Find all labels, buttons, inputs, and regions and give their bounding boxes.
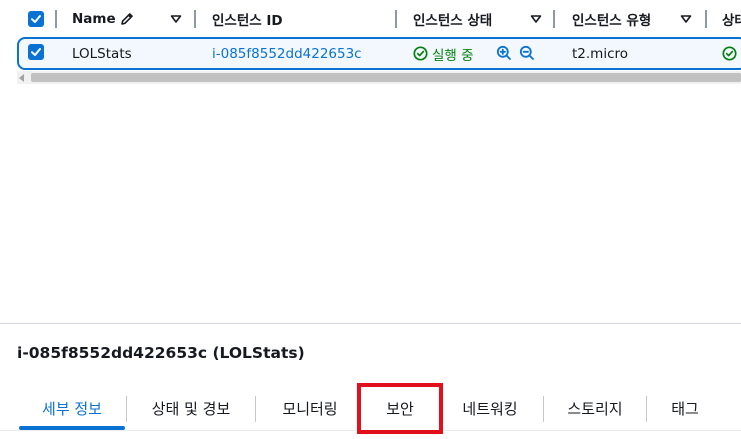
split-panel-divider[interactable] bbox=[0, 323, 741, 324]
column-header-instance-id[interactable]: 인스턴스 ID bbox=[212, 0, 283, 38]
tab-status-alarms[interactable]: 상태 및 경보 bbox=[133, 384, 249, 432]
tab-separator bbox=[646, 396, 647, 422]
active-tab-indicator bbox=[19, 426, 125, 430]
status-success-icon bbox=[722, 46, 737, 61]
details-title: i-085f8552dd422653c (LOLStats) bbox=[17, 344, 305, 362]
column-header-status-check-label: 상태 bbox=[722, 13, 741, 29]
cell-instance-id-link[interactable]: i-085f8552dd422653c bbox=[212, 37, 362, 70]
cell-status-check bbox=[722, 37, 737, 70]
column-header-name-label: Name bbox=[72, 11, 116, 27]
scrollbar-thumb[interactable] bbox=[31, 73, 741, 82]
zoom-out-icon[interactable] bbox=[519, 45, 535, 61]
tab-separator bbox=[543, 396, 544, 422]
zoom-in-icon[interactable] bbox=[496, 45, 512, 61]
column-separator bbox=[395, 10, 397, 28]
column-separator bbox=[55, 10, 57, 28]
checkbox-checked-icon bbox=[31, 15, 41, 23]
edit-pencil-icon[interactable] bbox=[119, 11, 135, 27]
tab-separator bbox=[126, 396, 127, 422]
horizontal-scrollbar[interactable] bbox=[17, 71, 741, 84]
column-header-name[interactable]: Name bbox=[72, 0, 135, 38]
security-tab-highlight-box bbox=[357, 383, 443, 434]
column-header-instance-state-label: 인스턴스 상태 bbox=[413, 13, 493, 29]
tab-tags[interactable]: 태그 bbox=[652, 384, 718, 432]
column-header-instance-state[interactable]: 인스턴스 상태 bbox=[413, 0, 492, 38]
tab-details[interactable]: 세부 정보 bbox=[19, 384, 125, 432]
tab-separator bbox=[255, 396, 256, 422]
table-header: Name 인스턴스 ID 인스턴스 상태 인스턴스 유형 상태 bbox=[0, 0, 741, 38]
cell-instance-state: 실행 중 bbox=[413, 37, 474, 70]
cell-instance-type: t2.micro bbox=[572, 45, 629, 62]
cell-name: LOLStats bbox=[72, 45, 132, 62]
column-separator bbox=[705, 10, 707, 28]
tab-storage[interactable]: 스토리지 bbox=[549, 384, 641, 432]
status-success-icon bbox=[413, 46, 428, 61]
column-separator bbox=[553, 10, 555, 28]
tab-monitoring[interactable]: 모니터링 bbox=[264, 384, 356, 432]
column-header-instance-id-label: 인스턴스 ID bbox=[212, 13, 283, 29]
row-checkbox[interactable] bbox=[28, 44, 44, 60]
scroll-left-arrow-icon[interactable] bbox=[19, 74, 24, 82]
tab-networking[interactable]: 네트워킹 bbox=[444, 384, 536, 432]
sort-caret-icon[interactable] bbox=[680, 13, 692, 25]
column-header-instance-type[interactable]: 인스턴스 유형 bbox=[572, 0, 651, 38]
column-header-status-check[interactable]: 상태 bbox=[722, 0, 741, 38]
sort-caret-icon[interactable] bbox=[170, 13, 182, 25]
sort-caret-icon[interactable] bbox=[530, 13, 542, 25]
column-separator bbox=[194, 10, 196, 28]
checkbox-checked-icon bbox=[31, 48, 41, 56]
select-all-checkbox[interactable] bbox=[28, 11, 44, 27]
instance-state-label: 실행 중 bbox=[432, 47, 474, 64]
column-header-instance-type-label: 인스턴스 유형 bbox=[572, 13, 652, 29]
